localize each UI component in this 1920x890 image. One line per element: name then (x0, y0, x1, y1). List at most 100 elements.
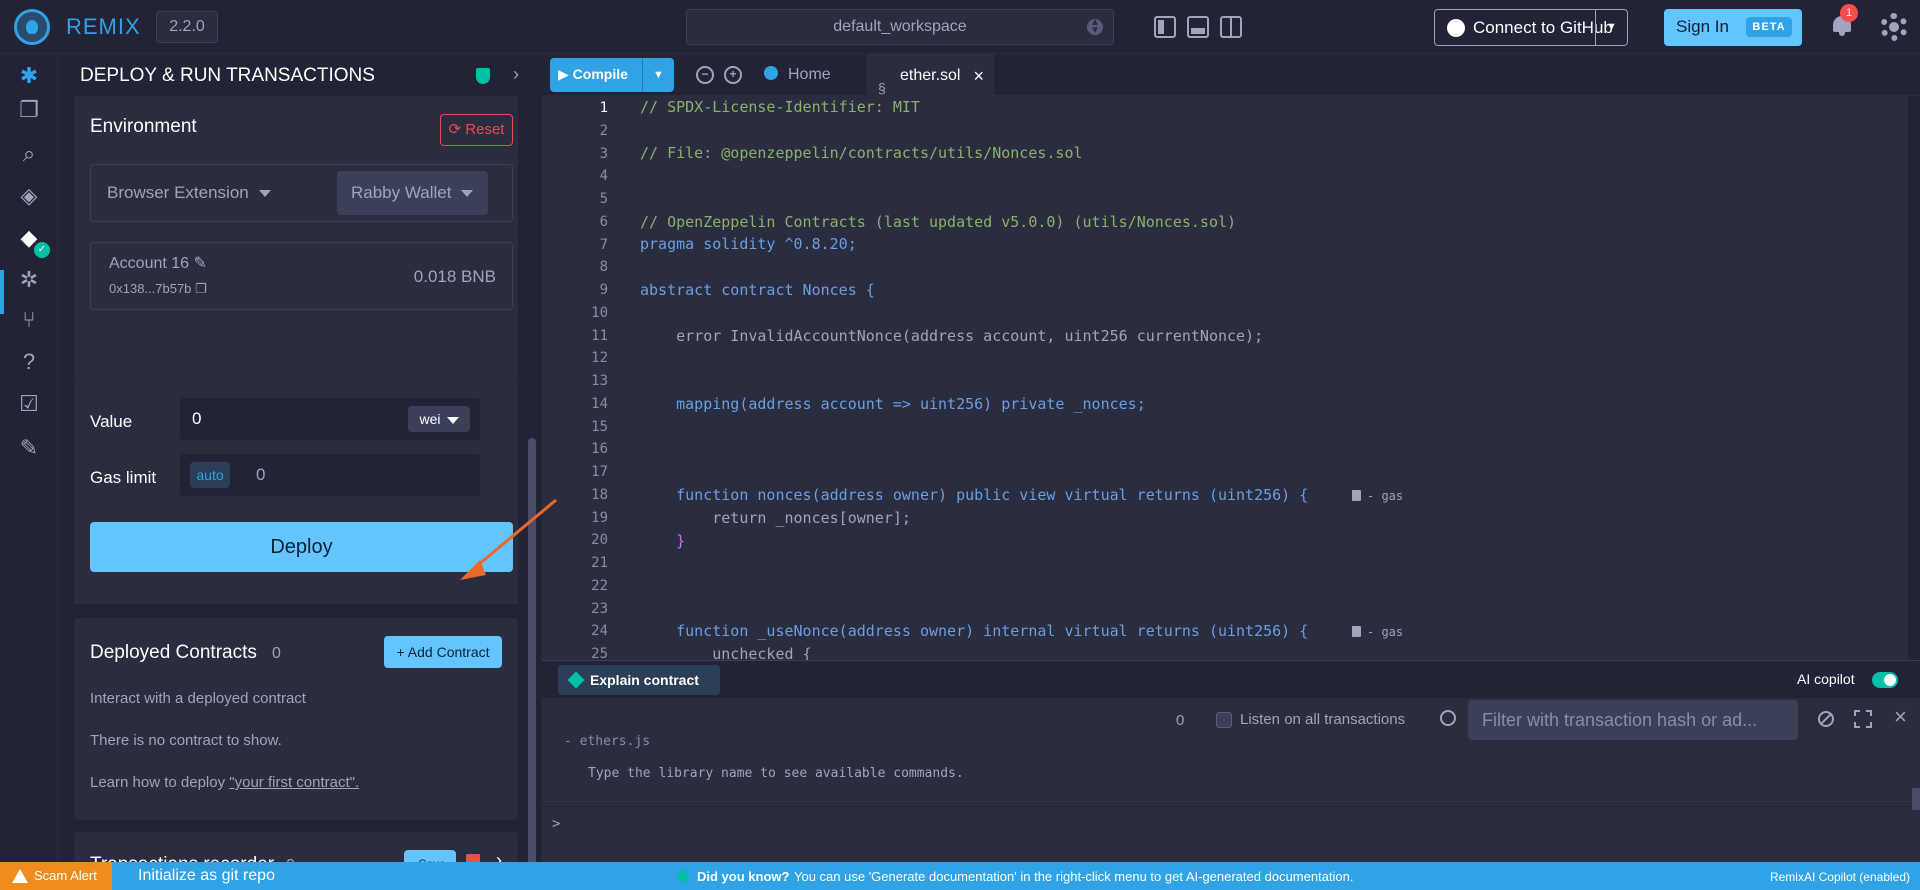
deploy-run-icon[interactable]: ◆ (17, 226, 41, 250)
code-line: unchecked { (640, 645, 812, 660)
solidity-compiler-icon[interactable]: ◈ (17, 184, 41, 208)
maximize-terminal-icon[interactable] (1854, 710, 1872, 728)
terminal-prompt[interactable]: > (552, 816, 560, 832)
line-number: 24 (591, 623, 608, 640)
edit-pencil-icon[interactable]: ✎ (194, 255, 207, 272)
divider (542, 806, 1920, 807)
line-number: 8 (599, 259, 608, 276)
deployed-contracts-count: 0 (272, 645, 281, 662)
add-contract-button[interactable]: + Add Contract (384, 636, 502, 668)
initialize-git-link[interactable]: Initialize as git repo (138, 867, 275, 885)
line-number: 15 (591, 418, 608, 435)
zoom-in-icon[interactable]: + (724, 66, 742, 84)
search-icon (1440, 710, 1456, 726)
line-number: 3 (599, 145, 608, 162)
scam-alert-label: Scam Alert (34, 868, 97, 883)
connect-github-button[interactable]: Connect to GitHub ▼ (1434, 9, 1628, 46)
collapse-panel-chevron-icon[interactable]: › (513, 64, 519, 85)
remixai-copilot-status[interactable]: RemixAI Copilot (enabled) (1770, 870, 1910, 884)
did-you-know-label: Did you know? (697, 869, 790, 884)
account-address-text: 0x138...7b57b (109, 281, 192, 296)
clear-console-icon[interactable] (1818, 711, 1834, 727)
panel-title: DEPLOY & RUN TRANSACTIONS (80, 65, 375, 86)
tab-home[interactable]: Home (764, 54, 862, 96)
listen-all-checkbox[interactable] (1216, 712, 1232, 728)
gas-limit-value: 0 (256, 465, 266, 484)
gas-pump-icon (1352, 490, 1361, 501)
settings-gear-icon[interactable] (1880, 13, 1908, 41)
close-terminal-icon[interactable]: × (1894, 704, 1907, 730)
beta-badge: BETA (1746, 17, 1792, 37)
code-line: abstract contract Nonces { (640, 281, 875, 299)
tab-ether-sol[interactable]: § ether.sol × (866, 54, 994, 96)
version-badge: 2.2.0 (156, 11, 218, 43)
interact-hint: Interact with a deployed contract (90, 690, 306, 707)
gas-auto-toggle[interactable]: auto (190, 462, 230, 488)
remix-logo-icon[interactable] (14, 9, 50, 45)
code-editor[interactable]: 1 2 3 4 5 6 7 8 9 10 11 12 13 14 15 16 17 18 19 20 21 22 23 24 2… (542, 96, 1920, 660)
gas-limit-input[interactable]: auto 0 (180, 454, 480, 496)
gas-limit-label: Gas limit (90, 468, 157, 487)
editor-scrollbar[interactable] (1908, 96, 1920, 660)
toggle-left-panel-icon[interactable] (1154, 16, 1176, 38)
sign-in-button[interactable]: Sign In BETA (1664, 9, 1802, 46)
ai-copilot-toggle[interactable] (1872, 672, 1898, 688)
account-selector[interactable]: Account 16 ✎ 0x138...7b57b ❐ 0.018 BNB (90, 242, 513, 310)
explain-contract-label: Explain contract (590, 672, 699, 688)
app-name: REMIX (66, 14, 141, 39)
search-icon[interactable]: ⌕ (17, 142, 41, 166)
value-unit-select[interactable]: wei (408, 406, 470, 432)
line-number: 25 (591, 646, 608, 660)
explain-contract-button[interactable]: Explain contract (558, 665, 720, 695)
compile-options-caret[interactable]: ▼ (642, 58, 674, 92)
code-line: // SPDX-License-Identifier: MIT (640, 98, 920, 116)
toggle-right-panel-icon[interactable] (1220, 16, 1242, 38)
transaction-params-section: Value 0 wei Gas limit auto 0 Deploy (74, 382, 518, 604)
scam-alert-button[interactable]: Scam Alert (0, 862, 112, 890)
gas-estimate-hint: - gas (1352, 625, 1403, 639)
environment-select-box: Browser Extension Rabby Wallet (90, 164, 513, 222)
line-number: 22 (591, 577, 608, 594)
compile-button[interactable]: ▶ Compile ▼ (550, 58, 674, 92)
git-icon[interactable]: ⑂ (17, 308, 41, 332)
file-tab-label: ether.sol (900, 67, 961, 84)
no-contract-message: There is no contract to show. (90, 732, 282, 749)
terminal-output-line: - ethers.js (564, 734, 651, 749)
wallet-value: Rabby Wallet (351, 183, 452, 202)
remix-ai-icon[interactable]: ✱ (17, 64, 41, 88)
transaction-filter-input[interactable]: Filter with transaction hash or ad... (1468, 700, 1798, 740)
plugin-manager-wrench-icon[interactable]: ✎ (17, 436, 41, 460)
reset-label: Reset (465, 121, 505, 138)
line-number: 2 (599, 122, 608, 139)
reset-button[interactable]: ⟳ Reset (440, 114, 513, 146)
value-label: Value (90, 412, 133, 431)
terminal-toolbar: Explain contract AI copilot (542, 660, 1920, 698)
zoom-out-icon[interactable]: − (696, 66, 714, 84)
first-contract-link[interactable]: "your first contract". (229, 774, 359, 791)
close-tab-icon[interactable]: × (973, 56, 984, 96)
top-bar: REMIX 2.2.0 default_workspace ▲ ▼ Connect… (0, 0, 1920, 54)
code-line: // OpenZeppelin Contracts (last updated … (640, 213, 1237, 231)
toggle-bottom-panel-icon[interactable] (1187, 16, 1209, 38)
chevron-down-icon (446, 416, 459, 424)
learn-deploy-prefix: Learn how to deploy (90, 774, 226, 791)
debugger-bug-icon[interactable]: ✲ (17, 268, 41, 292)
terminal-scrollbar[interactable] (1912, 788, 1920, 810)
chevron-down-icon (461, 190, 474, 198)
account-address: 0x138...7b57b ❐ (109, 281, 207, 297)
line-number: 23 (591, 600, 608, 617)
copy-icon[interactable]: ❐ (195, 281, 207, 296)
line-number: 16 (591, 441, 608, 458)
editor-tab-bar: ▶ Compile ▼ − + Home § ether.sol × (542, 54, 1920, 96)
environment-dropdown[interactable]: Browser Extension (107, 183, 271, 203)
help-icon[interactable]: ? (17, 350, 41, 374)
workspace-select[interactable]: default_workspace ▲ ▼ (686, 9, 1114, 45)
wallet-dropdown[interactable]: Rabby Wallet (337, 171, 488, 215)
deploy-button[interactable]: Deploy (90, 522, 513, 572)
panel-scrollbar[interactable] (528, 438, 536, 890)
connect-github-label: Connect to GitHub (1473, 18, 1613, 37)
value-input[interactable]: 0 wei (180, 398, 480, 440)
file-explorer-icon[interactable]: ❐ (17, 98, 41, 122)
github-dropdown-caret[interactable]: ▼ (1595, 10, 1627, 45)
unit-testing-icon[interactable]: ☑ (17, 392, 41, 416)
